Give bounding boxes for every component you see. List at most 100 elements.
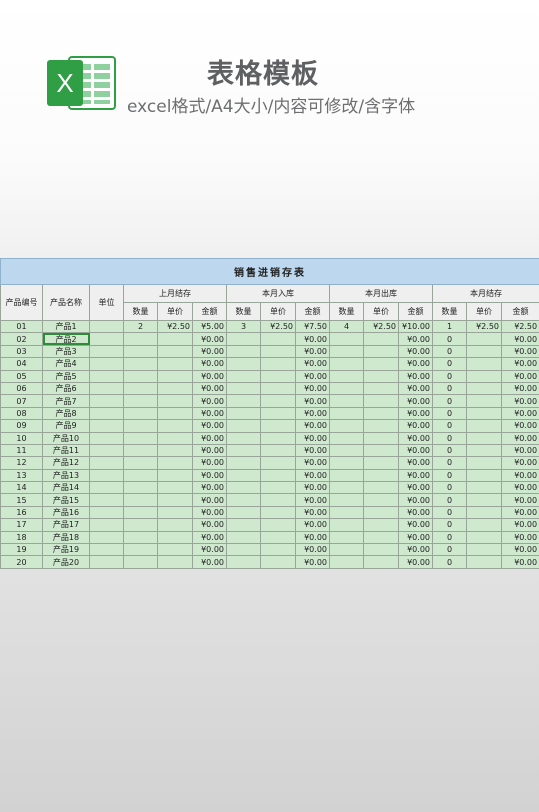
table-cell[interactable]: ¥10.00 [398,319,433,334]
table-cell[interactable]: 06 [0,381,43,396]
table-cell[interactable] [89,357,124,371]
table-cell[interactable]: 4 [329,319,364,334]
table-cell[interactable] [260,443,296,458]
table-cell[interactable] [226,468,261,483]
table-cell[interactable] [89,555,124,569]
table-cell[interactable] [89,332,124,346]
table-cell[interactable]: ¥0.00 [500,555,539,569]
table-cell[interactable] [226,505,261,520]
table-cell[interactable] [123,443,158,458]
table-cell[interactable] [363,369,399,383]
table-cell[interactable]: 产品14 [42,481,90,495]
table-cell[interactable]: ¥0.00 [500,443,539,458]
table-cell[interactable] [363,406,399,421]
table-cell[interactable]: ¥0.00 [192,369,227,383]
table-cell[interactable]: ¥0.00 [398,332,433,346]
table-cell[interactable]: ¥0.00 [295,518,330,532]
table-cell[interactable]: 0 [432,431,467,445]
table-cell[interactable] [123,481,158,495]
table-cell[interactable] [329,357,364,371]
table-cell[interactable]: 0 [432,518,467,532]
table-cell[interactable] [329,530,364,545]
table-cell[interactable]: 0 [432,456,467,470]
table-cell[interactable]: ¥0.00 [398,431,433,445]
table-cell[interactable] [157,332,193,346]
table-cell[interactable]: 0 [432,505,467,520]
table-cell[interactable] [89,468,124,483]
table-cell[interactable] [260,518,296,532]
table-cell[interactable] [89,406,124,421]
table-cell[interactable]: 01 [0,319,43,334]
table-cell[interactable] [157,456,193,470]
table-cell[interactable] [466,431,502,445]
table-cell[interactable]: 13 [0,468,43,483]
table-cell[interactable]: ¥0.00 [192,555,227,569]
table-cell[interactable] [89,530,124,545]
table-cell[interactable]: 0 [432,357,467,371]
table-cell[interactable] [89,493,124,507]
table-cell[interactable]: ¥0.00 [192,332,227,346]
table-cell[interactable]: ¥0.00 [500,505,539,520]
table-cell[interactable] [123,394,158,408]
table-cell[interactable] [260,419,296,433]
table-cell[interactable]: 0 [432,493,467,507]
table-cell[interactable] [89,431,124,445]
table-cell[interactable] [123,369,158,383]
table-cell[interactable]: 产品13 [42,468,90,483]
table-cell[interactable]: ¥0.00 [500,530,539,545]
table-cell[interactable]: ¥0.00 [398,394,433,408]
table-cell[interactable]: 17 [0,518,43,532]
table-cell[interactable]: ¥2.50 [363,319,399,334]
table-cell[interactable]: 10 [0,431,43,445]
table-cell[interactable] [123,344,158,359]
table-cell[interactable]: ¥0.00 [500,332,539,346]
table-cell[interactable] [89,481,124,495]
table-cell[interactable] [157,555,193,569]
table-cell[interactable]: ¥0.00 [398,481,433,495]
table-cell[interactable] [89,369,124,383]
table-cell[interactable]: 产品17 [42,518,90,532]
table-cell[interactable]: ¥0.00 [295,481,330,495]
table-cell[interactable] [329,555,364,569]
table-cell[interactable]: ¥0.00 [500,419,539,433]
table-cell[interactable]: 产品15 [42,493,90,507]
table-cell[interactable] [329,493,364,507]
table-cell[interactable] [226,357,261,371]
table-cell[interactable]: 16 [0,505,43,520]
table-cell[interactable] [123,468,158,483]
table-cell[interactable]: 0 [432,381,467,396]
table-cell[interactable]: ¥0.00 [295,344,330,359]
table-cell[interactable] [363,344,399,359]
table-cell[interactable] [329,518,364,532]
table-cell[interactable]: ¥0.00 [192,456,227,470]
table-cell[interactable]: 19 [0,543,43,557]
table-cell[interactable]: ¥0.00 [500,468,539,483]
table-cell[interactable]: ¥0.00 [192,543,227,557]
table-cell[interactable] [466,394,502,408]
table-cell[interactable] [466,530,502,545]
table-cell[interactable] [466,419,502,433]
table-cell[interactable] [363,431,399,445]
table-cell[interactable]: ¥0.00 [500,394,539,408]
table-cell[interactable] [226,406,261,421]
table-cell[interactable]: ¥0.00 [500,456,539,470]
table-cell[interactable] [363,530,399,545]
table-cell[interactable]: ¥0.00 [192,505,227,520]
table-cell[interactable] [363,518,399,532]
table-cell[interactable] [329,406,364,421]
table-cell[interactable]: ¥0.00 [295,530,330,545]
table-cell[interactable] [226,530,261,545]
table-cell[interactable]: ¥0.00 [500,369,539,383]
table-cell[interactable]: 产品20 [42,555,90,569]
table-cell[interactable] [157,505,193,520]
table-cell[interactable] [226,394,261,408]
table-cell[interactable] [89,381,124,396]
table-cell[interactable]: ¥0.00 [295,431,330,445]
table-cell[interactable]: 产品9 [42,419,90,433]
table-cell[interactable] [329,443,364,458]
table-cell[interactable]: ¥0.00 [295,443,330,458]
table-cell[interactable] [363,468,399,483]
table-cell[interactable]: 15 [0,493,43,507]
table-cell[interactable] [363,493,399,507]
table-cell[interactable] [329,431,364,445]
